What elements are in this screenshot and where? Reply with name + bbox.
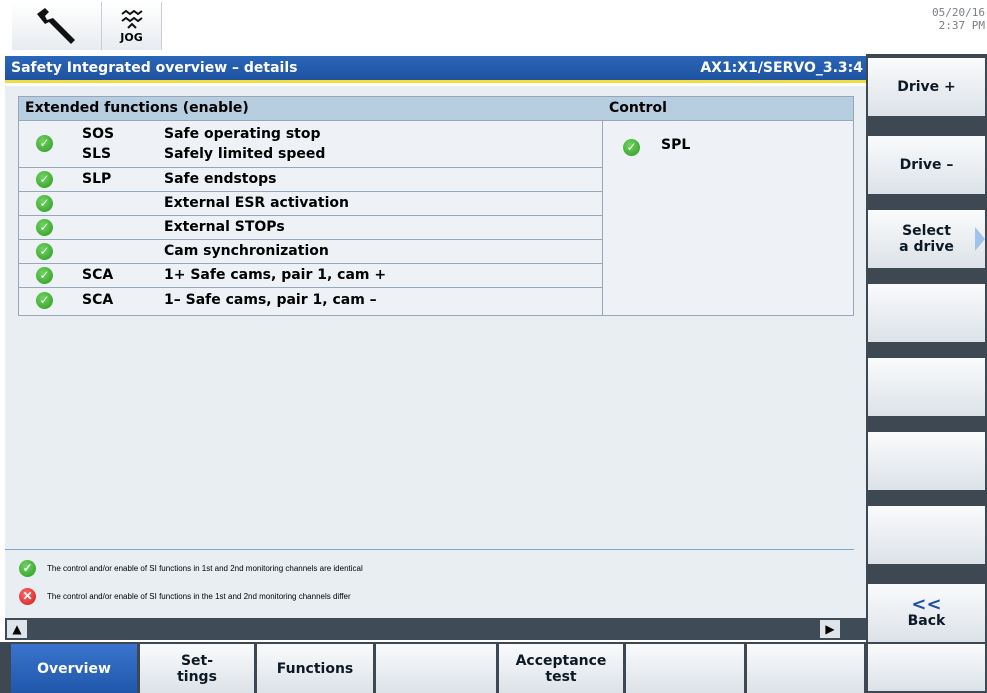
ok-check-icon: ✓	[36, 195, 53, 212]
row-desc: External STOPs	[164, 219, 285, 235]
control-header: Control	[603, 97, 853, 121]
softkey-empty-5[interactable]	[868, 358, 985, 416]
ok-check-icon: ✓	[36, 171, 53, 188]
row-desc: Safe endstops	[164, 171, 277, 187]
row-desc: Safe operating stop Safely limited speed	[164, 126, 326, 162]
softkey-empty-9[interactable]	[868, 644, 985, 691]
ok-check-icon: ✓	[36, 219, 53, 236]
back-arrow-icon: <<	[911, 594, 942, 615]
tab-empty-4[interactable]	[376, 644, 496, 693]
functions-table: Extended functions (enable) ✓ SOS SLS Sa…	[18, 96, 854, 316]
tab-acceptance-label-2: test	[545, 668, 577, 685]
tab-functions[interactable]: Functions	[257, 644, 373, 693]
tab-settings-label-2: tings	[177, 668, 217, 685]
softkey-empty-7[interactable]	[868, 506, 985, 564]
drive-minus-button[interactable]: Drive –	[868, 136, 985, 194]
row-abbr: SCA	[82, 267, 114, 283]
submenu-arrow-icon	[975, 227, 985, 251]
title-bar: Safety Integrated overview – details AX1…	[5, 56, 866, 83]
row-desc: 1– Safe cams, pair 1, cam –	[164, 292, 377, 308]
wrench-icon	[36, 8, 75, 44]
drive-minus-label: Drive –	[899, 157, 954, 173]
time-text: 2:37 PM	[938, 19, 985, 32]
table-row[interactable]: ✓ SCA 1– Safe cams, pair 1, cam –	[19, 288, 603, 315]
ok-check-icon: ✓	[36, 135, 53, 152]
tab-acceptance-label-1: Acceptance	[515, 652, 607, 669]
tab-settings[interactable]: Set- tings	[140, 644, 254, 693]
extended-functions-column: Extended functions (enable) ✓ SOS SLS Sa…	[19, 97, 603, 315]
scrollbar[interactable]: ▲ ▶	[5, 618, 866, 640]
row-desc: External ESR activation	[164, 195, 349, 211]
extended-functions-header: Extended functions (enable)	[19, 97, 603, 121]
ok-check-icon: ✓	[36, 267, 53, 284]
right-softkey-bar: Drive + Drive – Select a drive << Back	[866, 54, 987, 693]
tab-acceptance-test[interactable]: Acceptance test	[499, 644, 623, 693]
scroll-up-button[interactable]: ▲	[7, 620, 27, 638]
row-desc: 1+ Safe cams, pair 1, cam +	[164, 267, 387, 283]
tab-empty-7[interactable]	[747, 644, 864, 693]
table-row[interactable]: ✓ External STOPs	[19, 216, 603, 240]
table-row[interactable]: ✓ SCA 1+ Safe cams, pair 1, cam +	[19, 264, 603, 288]
tab-functions-label: Functions	[276, 660, 354, 677]
row-abbr: SLP	[82, 171, 112, 187]
softkey-empty-6[interactable]	[868, 432, 985, 490]
tab-settings-label-1: Set-	[180, 652, 214, 669]
legend-differ-text: The control and/or enable of SI function…	[47, 592, 351, 601]
drive-plus-label: Drive +	[897, 79, 956, 95]
main-panel: Extended functions (enable) ✓ SOS SLS Sa…	[5, 86, 866, 618]
table-row[interactable]: ✓ SLP Safe endstops	[19, 168, 603, 192]
date-text: 05/20/16	[932, 6, 985, 19]
select-drive-label-2: a drive	[899, 239, 954, 255]
caret-up-icon: ▲	[12, 622, 22, 636]
jog-mode-button[interactable]: JOG	[102, 2, 162, 50]
softkey-empty-4[interactable]	[868, 284, 985, 342]
ok-check-icon: ✓	[36, 292, 53, 309]
row-abbr: SOS SLS	[82, 126, 115, 162]
scroll-right-button[interactable]: ▶	[820, 620, 840, 638]
legend-divider	[5, 549, 854, 550]
select-drive-label-1: Select	[902, 223, 951, 239]
tab-empty-6[interactable]	[626, 644, 744, 693]
tool-button[interactable]	[12, 2, 102, 50]
bottom-softkey-bar: Overview Set- tings Functions Acceptance…	[0, 642, 866, 693]
page-title: Safety Integrated overview – details	[11, 60, 298, 76]
row-desc: Cam synchronization	[164, 243, 329, 259]
control-item-label: SPL	[661, 137, 691, 153]
drive-plus-button[interactable]: Drive +	[868, 58, 985, 116]
datetime: 05/20/16 2:37 PM	[932, 6, 985, 32]
caret-right-icon: ▶	[825, 622, 835, 636]
jog-wave-icon	[120, 9, 143, 29]
row-abbr: SCA	[82, 292, 114, 308]
ok-check-icon: ✓	[19, 560, 36, 577]
mode-label: JOG	[120, 30, 143, 44]
back-label: Back	[907, 613, 946, 629]
tab-overview-label: Overview	[37, 660, 111, 677]
legend-identical-text: The control and/or enable of SI function…	[47, 564, 363, 573]
table-row[interactable]: ✓ External ESR activation	[19, 192, 603, 216]
table-row[interactable]: ✓ SOS SLS Safe operating stop Safely lim…	[19, 121, 603, 168]
drive-path: AX1:X1/SERVO_3.3:4	[700, 60, 863, 76]
select-drive-button[interactable]: Select a drive	[868, 210, 985, 268]
top-header: JOG 05/20/16 2:37 PM	[0, 0, 987, 52]
back-button[interactable]: << Back	[868, 584, 985, 642]
tab-overview[interactable]: Overview	[11, 644, 137, 693]
table-row[interactable]: ✓ Cam synchronization	[19, 240, 603, 264]
error-x-icon: ✕	[19, 588, 36, 605]
control-column: Control ✓ SPL	[603, 97, 853, 315]
ok-check-icon: ✓	[36, 243, 53, 260]
ok-check-icon: ✓	[623, 139, 640, 156]
